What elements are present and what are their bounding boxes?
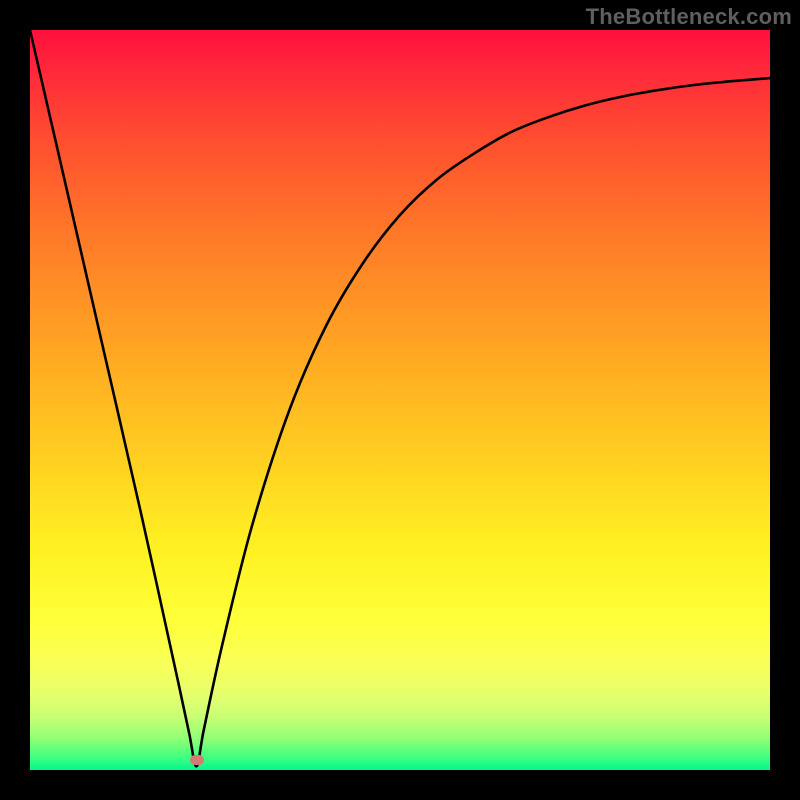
minimum-marker — [190, 755, 204, 765]
chart-frame: TheBottleneck.com — [0, 0, 800, 800]
curve-svg — [30, 30, 770, 770]
bottleneck-curve — [30, 30, 770, 766]
plot-area — [30, 30, 770, 770]
watermark-text: TheBottleneck.com — [586, 4, 792, 30]
